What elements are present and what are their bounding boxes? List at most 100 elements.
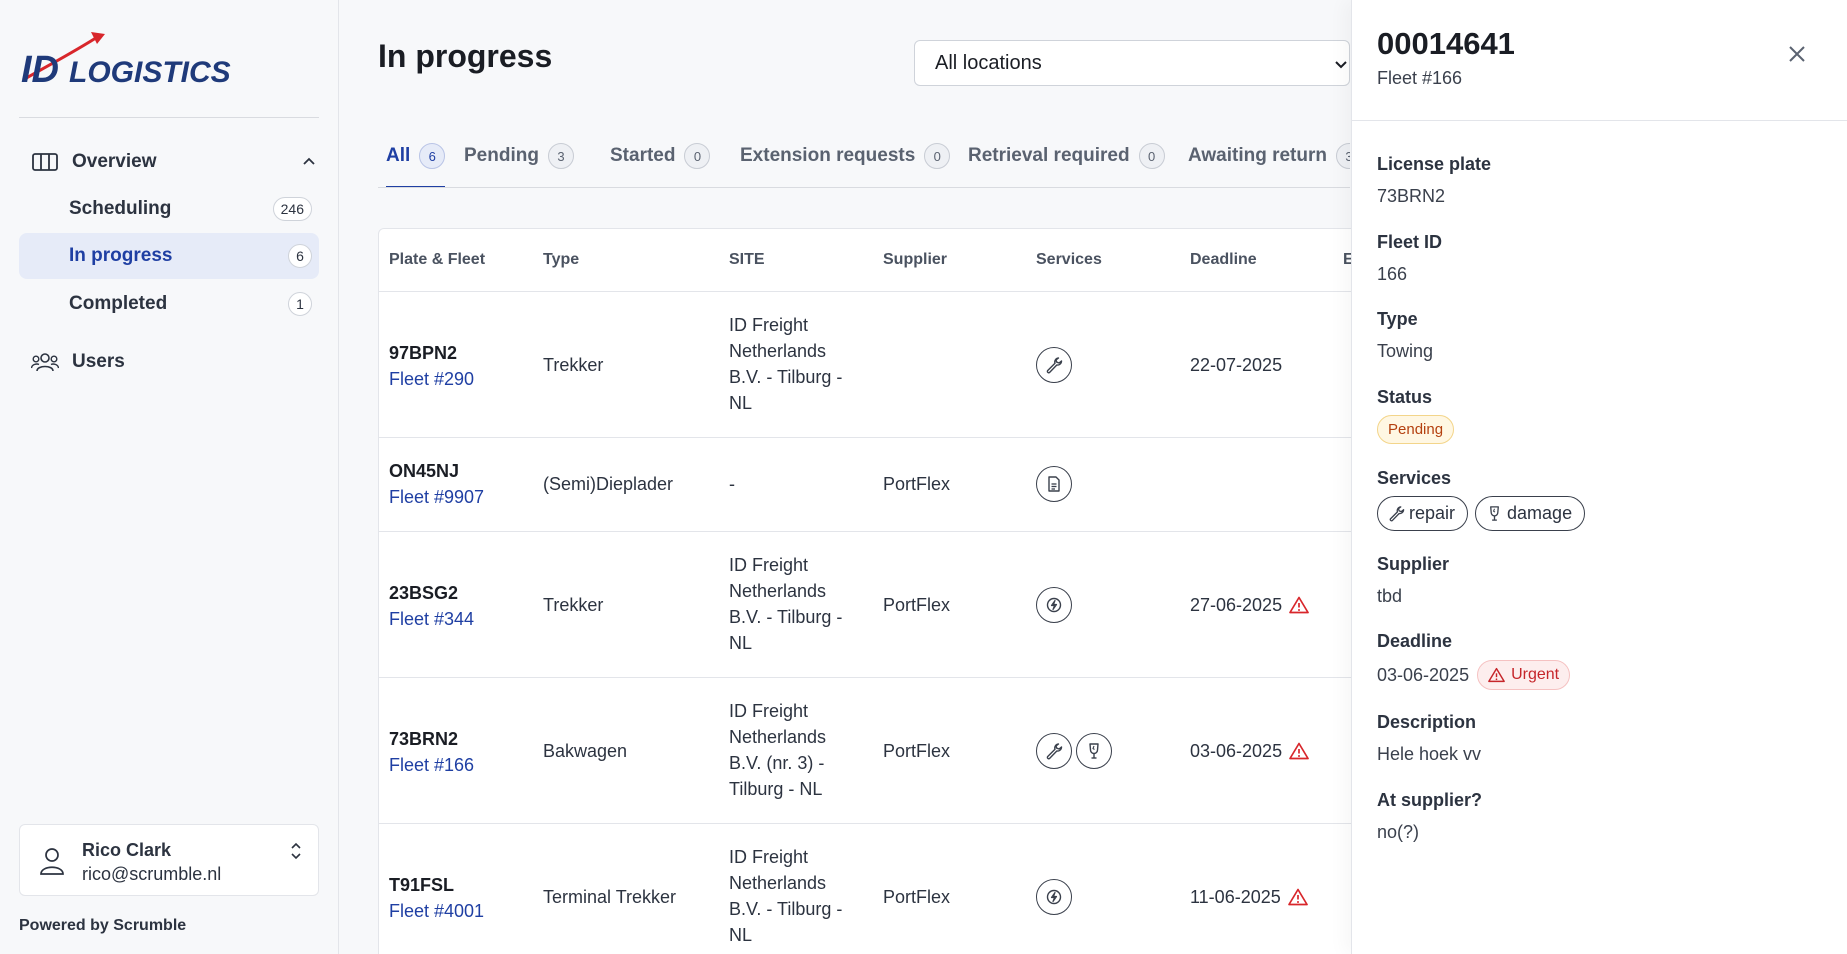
- main-content: In progress All locations All 6 Pending 3 …: [340, 0, 1378, 954]
- service-chip-label: damage: [1507, 503, 1573, 523]
- close-icon[interactable]: [1785, 42, 1809, 66]
- services-cell: [1036, 879, 1072, 915]
- document-icon[interactable]: [1036, 466, 1072, 502]
- tab-started[interactable]: Started 0: [610, 138, 711, 187]
- tab-label: Awaiting return: [1188, 145, 1327, 166]
- plate: 97BPN2: [389, 343, 458, 363]
- tab-count: 6: [419, 143, 446, 169]
- nav-users-label: Users: [72, 351, 125, 372]
- table-row[interactable]: 73BRN2 Fleet #166 Bakwagen ID Freight Neth…: [379, 678, 1377, 824]
- deadline-value: 03-06-2025: [1190, 741, 1283, 761]
- fleet-link[interactable]: Fleet #166: [389, 752, 474, 778]
- fleet-link[interactable]: Fleet #290: [389, 366, 474, 392]
- fleet-link[interactable]: Fleet #4001: [389, 898, 484, 924]
- sidebar-item-label: Scheduling: [69, 198, 172, 219]
- table-row[interactable]: ON45NJ Fleet #9907 (Semi)Dieplader - Port…: [379, 438, 1377, 532]
- status-badge: Pending: [1377, 415, 1455, 444]
- table-row[interactable]: 23BSG2 Fleet #344 Trekker ID Freight Nethe…: [379, 532, 1377, 678]
- site-cell: ID Freight Netherlands B.V. - Tilburg - NL: [729, 312, 842, 416]
- at-supplier-value: no(?): [1377, 822, 1420, 842]
- table-header: Plate & Fleet Type SITE Supplier Service…: [379, 229, 1377, 292]
- tab-label: Extension requests: [740, 145, 916, 166]
- supplier-cell: PortFlex: [883, 741, 951, 761]
- services-cell: [1036, 466, 1072, 502]
- column-header[interactable]: Supplier: [883, 251, 947, 269]
- tab-label: Pending: [464, 145, 539, 166]
- nav-overview-label: Overview: [72, 151, 157, 172]
- site-line: Netherlands: [729, 873, 827, 893]
- description-value: Hele hoek vv: [1377, 744, 1482, 764]
- damage-icon[interactable]: [1076, 733, 1112, 769]
- order-id: 00014641: [1377, 26, 1515, 61]
- repair-icon[interactable]: [1036, 347, 1072, 383]
- nav-users[interactable]: Users: [19, 345, 319, 379]
- sidebar-item-in-progress[interactable]: In progress 6: [19, 233, 319, 279]
- deadline-label: Deadline: [1377, 631, 1453, 651]
- sidebar-item-label: In progress: [69, 245, 173, 266]
- deadline-row: 03-06-2025 Urgent: [1377, 660, 1571, 690]
- fleet-link[interactable]: Fleet #344: [389, 606, 474, 632]
- table-row[interactable]: 97BPN2 Fleet #290 Trekker ID Freight Nethe…: [379, 292, 1377, 438]
- supplier-label: Supplier: [1377, 554, 1450, 574]
- service-chip-damage[interactable]: damage: [1475, 496, 1586, 531]
- deadline-cell: 27-06-2025: [1190, 592, 1309, 618]
- tab-label: All: [386, 145, 411, 166]
- tab-extension-requests[interactable]: Extension requests 0: [740, 138, 951, 187]
- type-cell: Bakwagen: [543, 741, 628, 761]
- table-row[interactable]: T91FSL Fleet #4001 Terminal Trekker ID Fr…: [379, 824, 1377, 954]
- user-menu[interactable]: Rico Clark rico@scrumble.nl: [19, 824, 319, 896]
- at-supplier-label: At supplier?: [1377, 790, 1483, 810]
- tab-all[interactable]: All 6: [386, 138, 446, 187]
- supplier-cell: PortFlex: [883, 474, 951, 494]
- site-cell: ID Freight Netherlands B.V. (nr. 3) - Tilbu…: [729, 698, 826, 802]
- page-title: In progress: [378, 38, 553, 74]
- sidebar-item-scheduling[interactable]: Scheduling 246: [19, 186, 319, 232]
- plate: ON45NJ: [389, 461, 460, 481]
- site-line: NL: [729, 633, 753, 653]
- service-chip-repair[interactable]: repair: [1377, 496, 1469, 531]
- warning-icon: [1289, 742, 1309, 760]
- deadline-cell: 22-07-2025: [1190, 352, 1282, 378]
- column-header[interactable]: Type: [543, 251, 579, 269]
- columns-icon: [32, 153, 58, 171]
- column-header[interactable]: Plate & Fleet: [389, 251, 485, 269]
- electric-icon[interactable]: [1036, 587, 1072, 623]
- count-badge: 246: [272, 197, 312, 221]
- column-header[interactable]: SITE: [729, 251, 765, 269]
- id-logistics-logo[interactable]: ID LOGISTICS: [19, 30, 244, 88]
- services-cell: [1036, 733, 1112, 769]
- site-cell: -: [729, 471, 735, 497]
- supplier-cell: PortFlex: [883, 887, 951, 907]
- type-cell: Terminal Trekker: [543, 887, 677, 907]
- site-line: ID Freight: [729, 701, 809, 721]
- tab-count: 0: [684, 143, 711, 169]
- repair-icon[interactable]: [1036, 733, 1072, 769]
- sidebar-item-completed[interactable]: Completed 1: [19, 281, 319, 327]
- site-line: Netherlands: [729, 727, 827, 747]
- tab-label: Retrieval required: [968, 145, 1130, 166]
- warning-icon: [1287, 888, 1308, 906]
- site-line: -: [729, 474, 735, 494]
- tab-awaiting-return[interactable]: Awaiting return 3: [1188, 138, 1350, 187]
- services-chips: repair damage: [1377, 496, 1586, 531]
- tab-pending[interactable]: Pending 3: [464, 138, 574, 187]
- location-select[interactable]: All locations: [914, 40, 1350, 86]
- sidebar-divider: [19, 117, 319, 118]
- supplier-cell: PortFlex: [883, 595, 951, 615]
- chevron-up-down-icon[interactable]: [288, 841, 304, 861]
- column-header[interactable]: Deadline: [1190, 251, 1257, 269]
- license-plate-value: 73BRN2: [1377, 186, 1446, 206]
- site-line: Netherlands: [729, 341, 827, 361]
- chevron-up-icon[interactable]: [301, 154, 317, 170]
- tab-count: 0: [924, 143, 951, 169]
- nav-overview[interactable]: Overview: [19, 145, 319, 179]
- electric-icon[interactable]: [1036, 879, 1072, 915]
- fleet-link[interactable]: Fleet #9907: [389, 484, 484, 510]
- deadline-value: 03-06-2025: [1377, 664, 1470, 685]
- site-line: B.V. (nr. 3) -: [729, 753, 825, 773]
- column-header[interactable]: Services: [1036, 251, 1102, 269]
- users-icon: [31, 353, 59, 372]
- tab-retrieval-required[interactable]: Retrieval required 0: [968, 138, 1165, 187]
- count-badge: 6: [288, 244, 312, 268]
- services-cell: [1036, 347, 1072, 383]
